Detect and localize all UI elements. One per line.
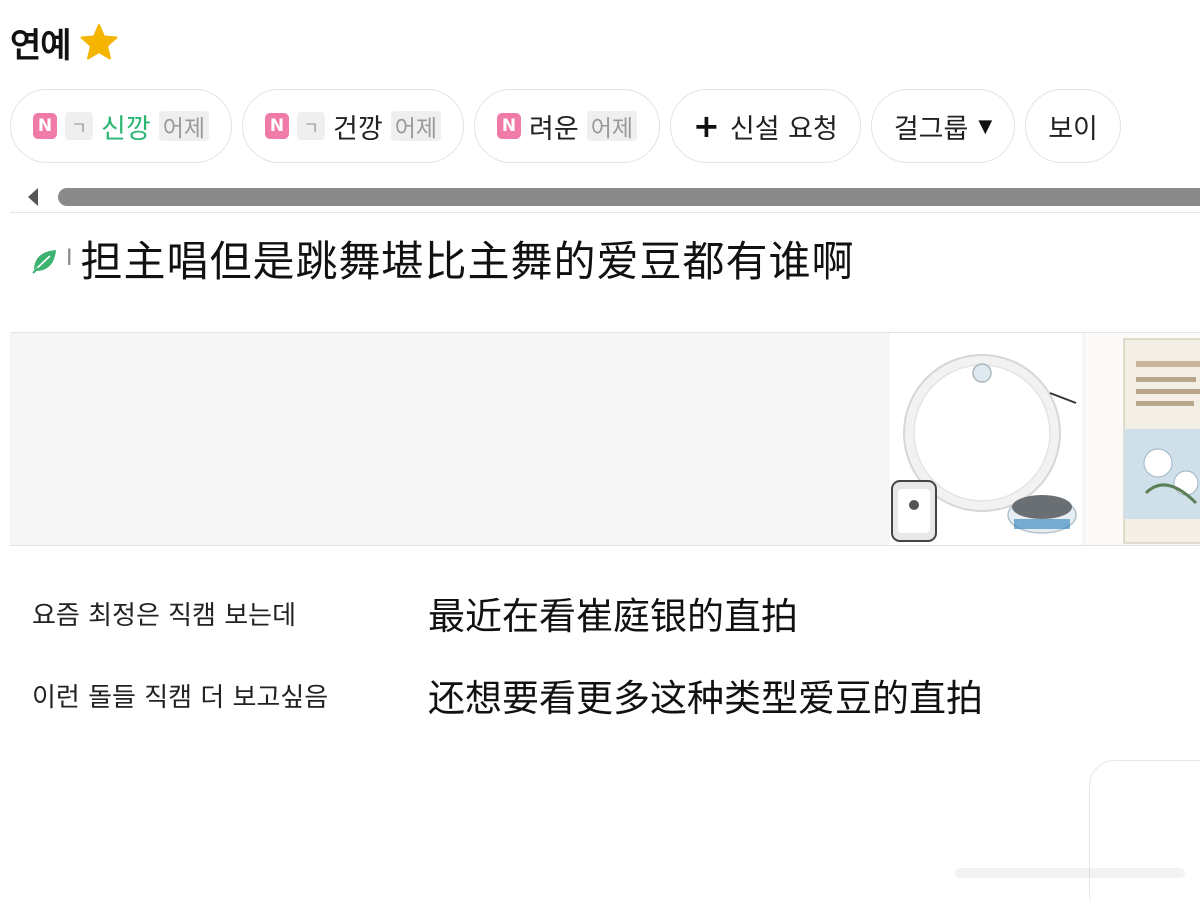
chip-label: 걸그룹 xyxy=(893,113,969,145)
post-title-row: I 担主唱但是跳舞堪比主舞的爱豆都有谁啊 xyxy=(30,230,855,286)
category-chip-row: N ㄱ 신깡 어제 N ㄱ 건깡 어제 N 려운 어제 + 신설 요청 걸그룹 … xyxy=(10,89,1121,163)
chip-label: 려운 xyxy=(529,113,579,145)
post-body-line: 이런 돌들 직캠 더 보고싶음 还想要看更多这种类型爱豆的直拍 xyxy=(32,668,983,722)
ad-product-tissue-pack-image[interactable] xyxy=(1086,333,1200,545)
plus-icon: + xyxy=(693,107,720,145)
ad-product-robot-vacuum-image[interactable] xyxy=(890,333,1082,545)
page: 연예 N ㄱ 신깡 어제 N ㄱ 건깡 어제 N 려운 어제 + 신설 요청 걸… xyxy=(0,0,1200,900)
watermark-logo xyxy=(955,868,1185,878)
boy-group-chip[interactable]: 보이 xyxy=(1025,89,1121,163)
chip-ryeoun[interactable]: N 려운 어제 xyxy=(474,89,661,163)
chip-label: 건깡 xyxy=(333,113,383,145)
leaf-icon xyxy=(30,246,60,276)
divider xyxy=(10,212,1200,213)
chip-prefix: ㄱ xyxy=(65,112,93,140)
title-mark: I xyxy=(66,245,73,271)
new-badge: N xyxy=(265,113,290,139)
ad-banner[interactable] xyxy=(10,332,1200,546)
caret-down-icon: ▼ xyxy=(978,115,993,137)
korean-text: 요즘 최정은 직캠 보는데 xyxy=(32,600,296,631)
board-header: 연예 xyxy=(10,20,119,66)
scroll-left-arrow-icon[interactable] xyxy=(28,188,38,206)
korean-text: 이런 돌들 직캠 더 보고싶음 xyxy=(32,682,329,713)
chip-timestamp: 어제 xyxy=(586,111,638,142)
chip-geongang[interactable]: N ㄱ 건깡 어제 xyxy=(242,89,465,163)
star-icon[interactable] xyxy=(79,22,119,62)
scroll-thumb[interactable] xyxy=(58,188,1200,206)
girl-group-dropdown[interactable]: 걸그룹 ▼ xyxy=(870,89,1016,163)
chip-shingang[interactable]: N ㄱ 신깡 어제 xyxy=(10,89,233,163)
new-badge: N xyxy=(33,113,57,139)
chinese-translation: 还想要看更多这种类型爱豆的直拍 xyxy=(428,677,983,720)
chip-prefix: ㄱ xyxy=(297,112,326,140)
chip-label: 신깡 xyxy=(101,113,151,145)
chip-label: 신설 요청 xyxy=(729,113,838,145)
new-board-request-button[interactable]: + 신설 요청 xyxy=(670,89,861,163)
post-title: 担主唱但是跳舞堪比主舞的爱豆都有谁啊 xyxy=(80,236,855,286)
chip-scrollbar[interactable] xyxy=(10,182,1200,212)
chip-timestamp: 어제 xyxy=(390,111,442,142)
chinese-translation: 最近在看崔庭银的直拍 xyxy=(428,595,798,638)
board-title: 연예 xyxy=(10,25,72,66)
new-badge: N xyxy=(497,113,522,139)
chip-label: 보이 xyxy=(1048,113,1098,145)
post-body-line: 요즘 최정은 직캠 보는데 最近在看崔庭银的直拍 xyxy=(32,586,798,640)
chip-timestamp: 어제 xyxy=(158,111,210,142)
